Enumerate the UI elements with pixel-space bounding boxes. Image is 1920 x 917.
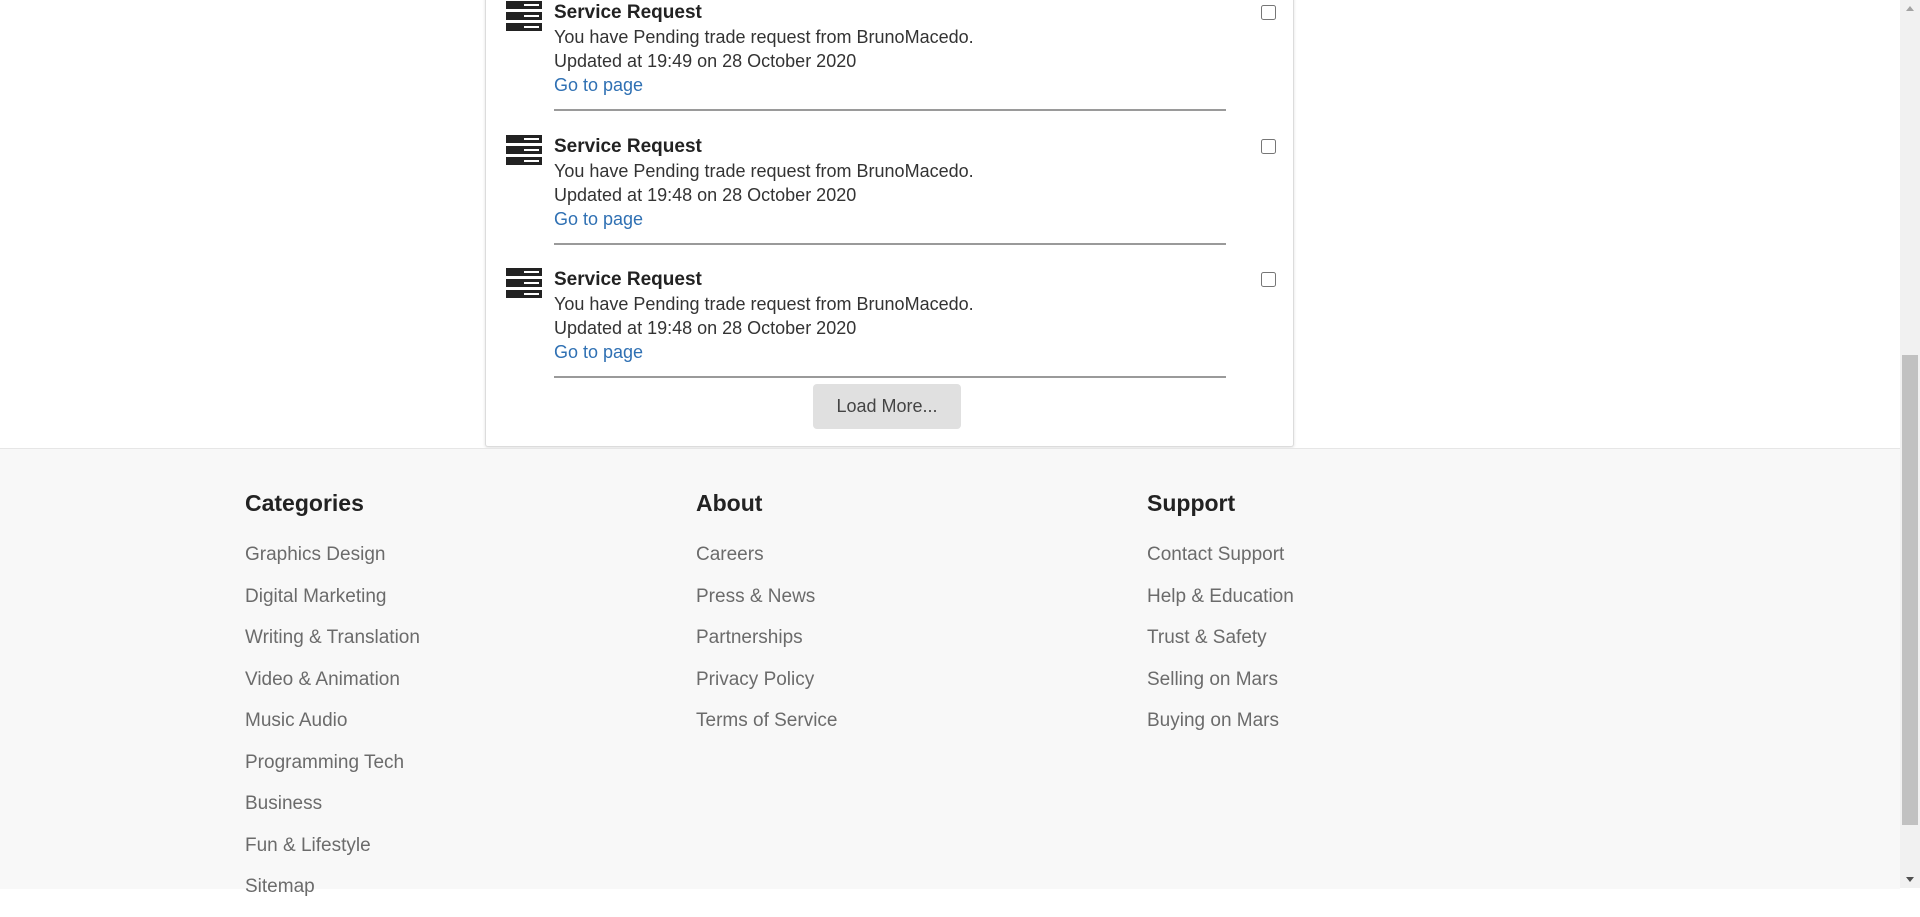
- notification-timestamp: Updated at 19:49 on 28 October 2020: [554, 51, 857, 71]
- footer-heading-about: About: [696, 490, 763, 516]
- notification-item: Service Request You have Pending trade r…: [486, 135, 1295, 269]
- footer-link-music-audio[interactable]: Music Audio: [245, 709, 645, 733]
- notification-item: Service Request You have Pending trade r…: [486, 1, 1295, 135]
- notification-body: Service Request You have Pending trade r…: [554, 135, 1226, 245]
- notification-message: You have Pending trade request from Brun…: [554, 294, 974, 314]
- scroll-down-arrow-icon[interactable]: [1900, 871, 1920, 888]
- footer-link-partnerships[interactable]: Partnerships: [696, 626, 1096, 650]
- footer-link-buying-on-mars[interactable]: Buying on Mars: [1147, 709, 1547, 733]
- footer-column-support: Support Contact Support Help & Education…: [1147, 489, 1547, 751]
- footer-link-terms-of-service[interactable]: Terms of Service: [696, 709, 1096, 733]
- notification-body: Service Request You have Pending trade r…: [554, 268, 1226, 378]
- footer-column-about: About Careers Press & News Partnerships …: [696, 489, 1096, 751]
- footer-link-careers[interactable]: Careers: [696, 543, 1096, 567]
- vertical-scrollbar[interactable]: [1900, 0, 1920, 888]
- go-to-page-link[interactable]: Go to page: [554, 73, 643, 97]
- footer-link-programming-tech[interactable]: Programming Tech: [245, 751, 645, 775]
- notification-item: Service Request You have Pending trade r…: [486, 268, 1295, 402]
- footer-link-sitemap[interactable]: Sitemap: [245, 875, 645, 899]
- notification-title: Service Request: [554, 136, 702, 157]
- footer-link-video-animation[interactable]: Video & Animation: [245, 668, 645, 692]
- footer-link-trust-safety[interactable]: Trust & Safety: [1147, 626, 1547, 650]
- notification-timestamp: Updated at 19:48 on 28 October 2020: [554, 185, 857, 205]
- notification-timestamp: Updated at 19:48 on 28 October 2020: [554, 318, 857, 338]
- footer-link-fun-lifestyle[interactable]: Fun & Lifestyle: [245, 834, 645, 858]
- notification-title: Service Request: [554, 2, 702, 23]
- notification-checkbox[interactable]: [1261, 272, 1276, 287]
- server-icon: [506, 135, 542, 165]
- notification-checkbox[interactable]: [1261, 139, 1276, 154]
- scrollbar-thumb[interactable]: [1902, 355, 1918, 825]
- footer-link-press-news[interactable]: Press & News: [696, 585, 1096, 609]
- scroll-up-arrow-icon[interactable]: [1900, 0, 1920, 17]
- footer-link-graphics-design[interactable]: Graphics Design: [245, 543, 645, 567]
- footer-link-writing-translation[interactable]: Writing & Translation: [245, 626, 645, 650]
- notifications-card: Service Request You have Pending trade r…: [485, 0, 1294, 447]
- footer-link-selling-on-mars[interactable]: Selling on Mars: [1147, 668, 1547, 692]
- footer-link-help-education[interactable]: Help & Education: [1147, 585, 1547, 609]
- load-more-button[interactable]: Load More...: [813, 384, 961, 429]
- notification-message: You have Pending trade request from Brun…: [554, 161, 974, 181]
- site-footer: Categories Graphics Design Digital Marke…: [0, 448, 1900, 897]
- footer-column-categories: Categories Graphics Design Digital Marke…: [245, 489, 645, 917]
- notification-title: Service Request: [554, 269, 702, 290]
- footer-link-privacy-policy[interactable]: Privacy Policy: [696, 668, 1096, 692]
- footer-link-digital-marketing[interactable]: Digital Marketing: [245, 585, 645, 609]
- footer-heading-support: Support: [1147, 490, 1236, 516]
- notification-message: You have Pending trade request from Brun…: [554, 27, 974, 47]
- footer-link-business[interactable]: Business: [245, 792, 645, 816]
- footer-heading-categories: Categories: [245, 490, 364, 516]
- go-to-page-link[interactable]: Go to page: [554, 340, 643, 364]
- notification-checkbox[interactable]: [1261, 5, 1276, 20]
- server-icon: [506, 1, 542, 31]
- go-to-page-link[interactable]: Go to page: [554, 207, 643, 231]
- notification-body: Service Request You have Pending trade r…: [554, 1, 1226, 111]
- footer-link-contact-support[interactable]: Contact Support: [1147, 543, 1547, 567]
- server-icon: [506, 268, 542, 298]
